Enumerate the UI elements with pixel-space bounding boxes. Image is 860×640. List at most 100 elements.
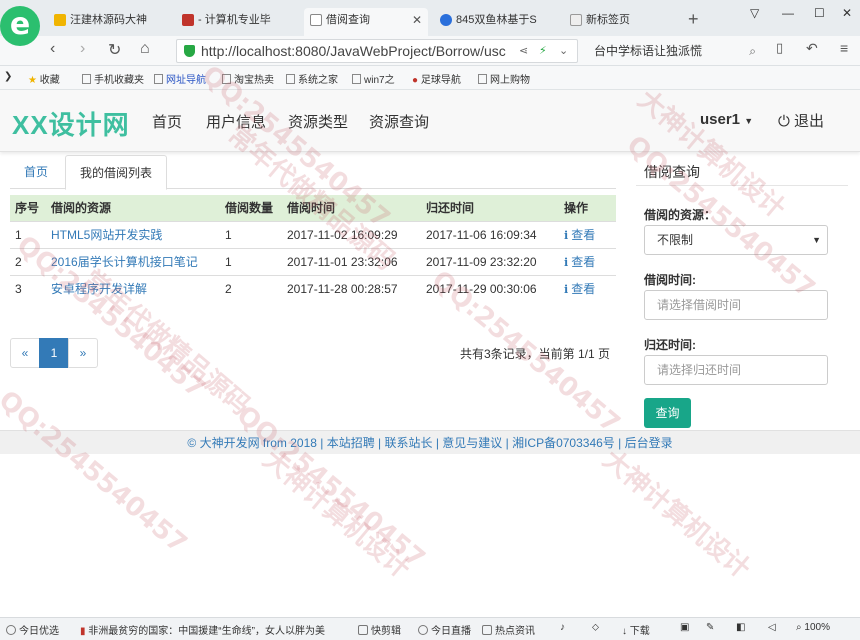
caret-down-icon: ▼ bbox=[744, 116, 754, 126]
divider bbox=[636, 185, 848, 186]
forward-icon[interactable]: › bbox=[80, 40, 85, 58]
watermark-text: 大神计算机设计 bbox=[596, 444, 756, 585]
logout-button[interactable]: ⏻ 退出 bbox=[778, 110, 824, 131]
bookmark-item[interactable]: 网上购物 bbox=[478, 71, 530, 86]
browser-tab-2[interactable]: - 计算机专业毕 bbox=[176, 8, 296, 36]
search-box[interactable]: 台中学标语让独派慌 ⌕ bbox=[586, 39, 762, 63]
back-icon[interactable]: ‹ bbox=[50, 40, 55, 58]
skin-icon[interactable]: ▽ bbox=[750, 6, 759, 20]
bookmarks-bar: ❯ ★ 收藏 手机收藏夹 网址导航 淘宝热卖 系统之家 win7之 ● 足球导航… bbox=[0, 66, 860, 90]
lightning-icon[interactable]: ⚡ bbox=[539, 44, 547, 57]
resource-select[interactable]: 不限制 ▼ bbox=[644, 225, 828, 255]
resource-link[interactable]: 2016届学长计算机接口笔记 bbox=[46, 247, 220, 275]
gift-icon bbox=[6, 625, 16, 635]
row-number: 1 bbox=[10, 220, 46, 248]
maximize-button[interactable]: ☐ bbox=[814, 6, 825, 20]
bookmark-item[interactable]: 手机收藏夹 bbox=[82, 71, 144, 86]
info-icon: i bbox=[564, 256, 569, 269]
chevron-down-icon[interactable]: ⌄ bbox=[559, 44, 568, 57]
reload-icon[interactable]: ↻ bbox=[108, 40, 121, 60]
view-action[interactable]: i 查看 bbox=[559, 220, 616, 248]
page-number-button[interactable]: 1 bbox=[39, 338, 69, 368]
bookmark-item[interactable]: 网址导航 bbox=[154, 71, 206, 86]
pin-icon[interactable]: ⬦ bbox=[592, 622, 599, 633]
status-label: 今日优选 bbox=[19, 626, 59, 637]
address-bar[interactable]: http://localhost:8080/JavaWebProject/Bor… bbox=[176, 39, 578, 63]
share-icon[interactable]: ⋖ bbox=[519, 44, 528, 57]
tab-my-borrows[interactable]: 我的借阅列表 bbox=[65, 155, 168, 190]
page-icon bbox=[478, 74, 487, 84]
row-number: 3 bbox=[10, 274, 46, 302]
site-footer[interactable]: © 大神开发网 from 2018 | 本站招聘 | 联系站长 | 意见与建议 … bbox=[0, 430, 860, 454]
view-action[interactable]: i 查看 bbox=[559, 274, 616, 302]
bookmark-item[interactable]: ★ 收藏 bbox=[28, 71, 60, 86]
download-button[interactable]: ↓ 下载 bbox=[622, 622, 650, 637]
bookmark-item[interactable]: ● 足球导航 bbox=[412, 71, 461, 86]
username: user1 bbox=[700, 111, 741, 128]
return-time: 2017-11-09 23:32:20 bbox=[421, 247, 559, 275]
close-tab-icon[interactable]: ✕ bbox=[412, 8, 422, 32]
prev-page-button[interactable]: « bbox=[10, 338, 40, 368]
status-item[interactable]: 今日优选 bbox=[6, 622, 59, 637]
brush-icon[interactable]: ✎ bbox=[706, 622, 714, 633]
undo-icon[interactable]: ↶ bbox=[806, 40, 818, 57]
url-text[interactable]: http://localhost:8080/JavaWebProject/Bor… bbox=[201, 43, 511, 59]
page-icon bbox=[222, 74, 231, 84]
view-action[interactable]: i 查看 bbox=[559, 247, 616, 275]
next-page-button[interactable]: » bbox=[68, 338, 98, 368]
search-input[interactable]: 台中学标语让独派慌 bbox=[594, 44, 702, 58]
browser-tab-4[interactable]: 845双鱼林基于S bbox=[434, 8, 558, 36]
nav-resource-query[interactable]: 资源查询 bbox=[369, 111, 429, 132]
return-time: 2017-11-29 00:30:06 bbox=[421, 274, 559, 302]
page-icon bbox=[286, 74, 295, 84]
nav-home[interactable]: 首页 bbox=[152, 111, 182, 132]
zoom-level: 100% bbox=[804, 622, 830, 633]
table-row: 3 安卓程序开发详解 2 2017-11-28 00:28:57 2017-11… bbox=[10, 274, 616, 302]
status-item[interactable]: 热点资讯 bbox=[482, 622, 535, 637]
close-window-button[interactable]: ✕ bbox=[842, 6, 852, 20]
site-brand[interactable]: XX设计网 bbox=[12, 105, 130, 142]
info-icon: i bbox=[564, 229, 569, 242]
minimize-button[interactable]: — bbox=[782, 6, 794, 20]
browser-tab-5[interactable]: 新标签页 bbox=[564, 8, 680, 36]
bookmark-item[interactable]: 系统之家 bbox=[286, 71, 338, 86]
screenshot-icon[interactable]: ◧ bbox=[736, 622, 745, 633]
speaker-icon[interactable]: ◁ bbox=[768, 622, 776, 633]
resource-label: 借阅的资源： bbox=[644, 208, 717, 222]
new-tab-button[interactable]: + bbox=[688, 9, 699, 30]
user-menu[interactable]: user1 ▼ bbox=[700, 111, 753, 128]
browser-tab-1[interactable]: 汪建林源码大神 bbox=[48, 8, 166, 36]
borrow-time: 2017-11-01 23:32:06 bbox=[282, 247, 421, 275]
bookmark-item[interactable]: 淘宝热卖 bbox=[222, 71, 274, 86]
tab-home[interactable]: 首页 bbox=[10, 155, 62, 189]
resource-link[interactable]: 安卓程序开发详解 bbox=[46, 274, 220, 302]
borrow-time-input[interactable]: 请选择借阅时间 bbox=[644, 290, 828, 320]
page-icon bbox=[154, 74, 163, 84]
page-icon bbox=[352, 74, 361, 84]
nav-user-info[interactable]: 用户信息 bbox=[206, 111, 266, 132]
query-button[interactable]: 查询 bbox=[644, 398, 691, 428]
soccer-icon: ● bbox=[412, 75, 419, 86]
browser-status-bar: 今日优选 ▮ 非洲最贫穷的国家：中国援建“生命线”，女人以胖为美 快剪辑 今日直… bbox=[0, 617, 860, 640]
zoom-control[interactable]: ⌕ 100% bbox=[796, 622, 830, 633]
table-row: 1 HTML5网站开发实践 1 2017-11-02 16:09:29 2017… bbox=[10, 220, 616, 248]
column-header: 序号 bbox=[10, 195, 46, 221]
window-icon[interactable]: ▣ bbox=[680, 622, 689, 633]
bookmark-item[interactable]: win7之 bbox=[352, 71, 395, 86]
news-ticker[interactable]: ▮ 非洲最贫穷的国家：中国援建“生命线”，女人以胖为美 bbox=[80, 622, 352, 637]
home-icon[interactable]: ⌂ bbox=[140, 40, 150, 58]
browser-tab-active[interactable]: 借阅查询 ✕ bbox=[304, 8, 428, 36]
nav-resource-type[interactable]: 资源类型 bbox=[288, 111, 348, 132]
panel-title: 借阅查询 bbox=[644, 164, 700, 180]
status-item[interactable]: 快剪辑 bbox=[358, 622, 401, 637]
resource-link[interactable]: HTML5网站开发实践 bbox=[46, 220, 220, 248]
status-item[interactable]: 今日直播 bbox=[418, 622, 471, 637]
browser-tab-title: 845双鱼林基于S bbox=[456, 14, 537, 26]
return-time-input[interactable]: 请选择归还时间 bbox=[644, 355, 828, 385]
phone-icon[interactable]: ▯ bbox=[776, 40, 783, 56]
sidebar-toggle-icon[interactable]: ❯ bbox=[4, 71, 12, 82]
menu-icon[interactable]: ≡ bbox=[840, 40, 848, 56]
caret-down-icon: ▼ bbox=[812, 235, 821, 245]
search-icon[interactable]: ⌕ bbox=[749, 39, 756, 63]
sound-icon[interactable]: ♪ bbox=[560, 622, 565, 633]
